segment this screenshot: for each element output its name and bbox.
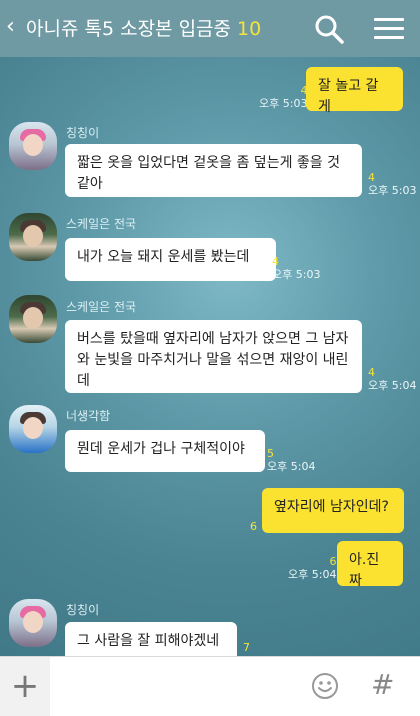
avatar[interactable]: [9, 122, 57, 170]
search-icon[interactable]: [312, 12, 346, 46]
message-input[interactable]: [52, 657, 298, 716]
plus-button[interactable]: +: [0, 657, 50, 716]
message-meta: 4 오후 5:03: [368, 171, 417, 197]
message-meta: 6: [250, 520, 257, 533]
my-message-bubble[interactable]: 옆자리에 남자인데?: [262, 488, 404, 533]
message-meta: 4 오후 5:03: [259, 84, 308, 110]
chat-title: 아니쥬 톡5 소장본 입금중 10: [26, 16, 261, 42]
message-meta: 5 오후 5:04: [267, 447, 316, 473]
member-count: 10: [237, 18, 262, 40]
sender-name: 칭칭이: [66, 126, 100, 140]
message-bubble[interactable]: 짧은 옷을 입었다면 겉옷을 좀 덮는게 좋을 것 같아: [65, 144, 362, 197]
avatar[interactable]: [9, 599, 57, 647]
sender-name: 칭칭이: [66, 603, 100, 617]
my-message-bubble[interactable]: 아.진짜: [337, 541, 403, 589]
message-input-bar: + #: [0, 656, 420, 716]
message-meta: 6 오후 5:04: [288, 555, 337, 581]
message-bubble[interactable]: 버스를 탔을때 옆자리에 남자가 앉으면 그 남자와 눈빛을 마주치거나 말을 …: [65, 320, 362, 393]
avatar[interactable]: [9, 295, 57, 343]
my-message-bubble[interactable]: 잘 놀고 갈게: [306, 67, 403, 115]
avatar[interactable]: [9, 405, 57, 453]
message-bubble[interactable]: 뭔데 운세가 겁나 구체적이야: [65, 430, 265, 472]
sender-name: 너생각함: [66, 409, 111, 423]
emoji-icon[interactable]: [311, 672, 339, 700]
chat-room-name: 아니쥬 톡5 소장본 입금중: [26, 18, 232, 40]
hash-icon[interactable]: #: [371, 667, 394, 703]
avatar[interactable]: [9, 213, 57, 261]
menu-icon[interactable]: [374, 14, 404, 44]
message-meta: 7: [243, 641, 250, 654]
sender-name: 스케일은 전국: [66, 217, 137, 231]
message-meta: 4 오후 5:03: [272, 255, 321, 281]
sender-name: 스케일은 전국: [66, 300, 137, 314]
chat-header: ‹ 아니쥬 톡5 소장본 입금중 10: [0, 0, 420, 57]
message-bubble[interactable]: 내가 오늘 돼지 운세를 봤는데: [65, 238, 276, 281]
message-meta: 4 오후 5:04: [368, 366, 417, 392]
back-icon[interactable]: ‹: [6, 14, 15, 40]
